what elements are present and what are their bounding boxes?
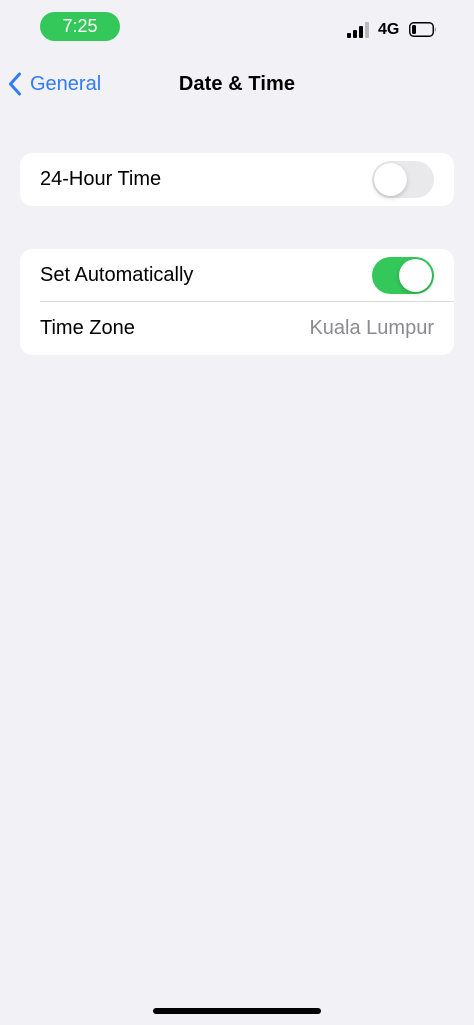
network-type: 4G [378, 21, 400, 38]
24-hour-time-toggle[interactable] [372, 161, 434, 198]
row-24-hour-time[interactable]: 24-Hour Time [20, 153, 454, 206]
time-zone-value: Kuala Lumpur [309, 317, 434, 339]
battery-icon [409, 22, 436, 37]
toggle-knob [399, 259, 432, 292]
page-title: Date & Time [178, 73, 296, 95]
settings-group-automatic: Set Automatically Time Zone Kuala Lumpur [20, 249, 454, 355]
row-label: 24-Hour Time [40, 168, 162, 190]
row-time-zone[interactable]: Time Zone Kuala Lumpur [20, 302, 454, 355]
settings-group-format: 24-Hour Time [20, 153, 454, 206]
navigation-bar: General Date & Time [0, 62, 474, 106]
status-time[interactable]: 7:25 [40, 12, 120, 41]
signal-icon [347, 22, 371, 38]
toggle-knob [374, 163, 407, 196]
row-label: Set Automatically [40, 264, 194, 286]
row-label: Time Zone [40, 317, 135, 339]
set-automatically-toggle[interactable] [372, 257, 434, 294]
status-bar: 7:25 4G [0, 0, 474, 54]
row-set-automatically[interactable]: Set Automatically [20, 249, 454, 302]
home-indicator[interactable] [153, 1008, 321, 1014]
